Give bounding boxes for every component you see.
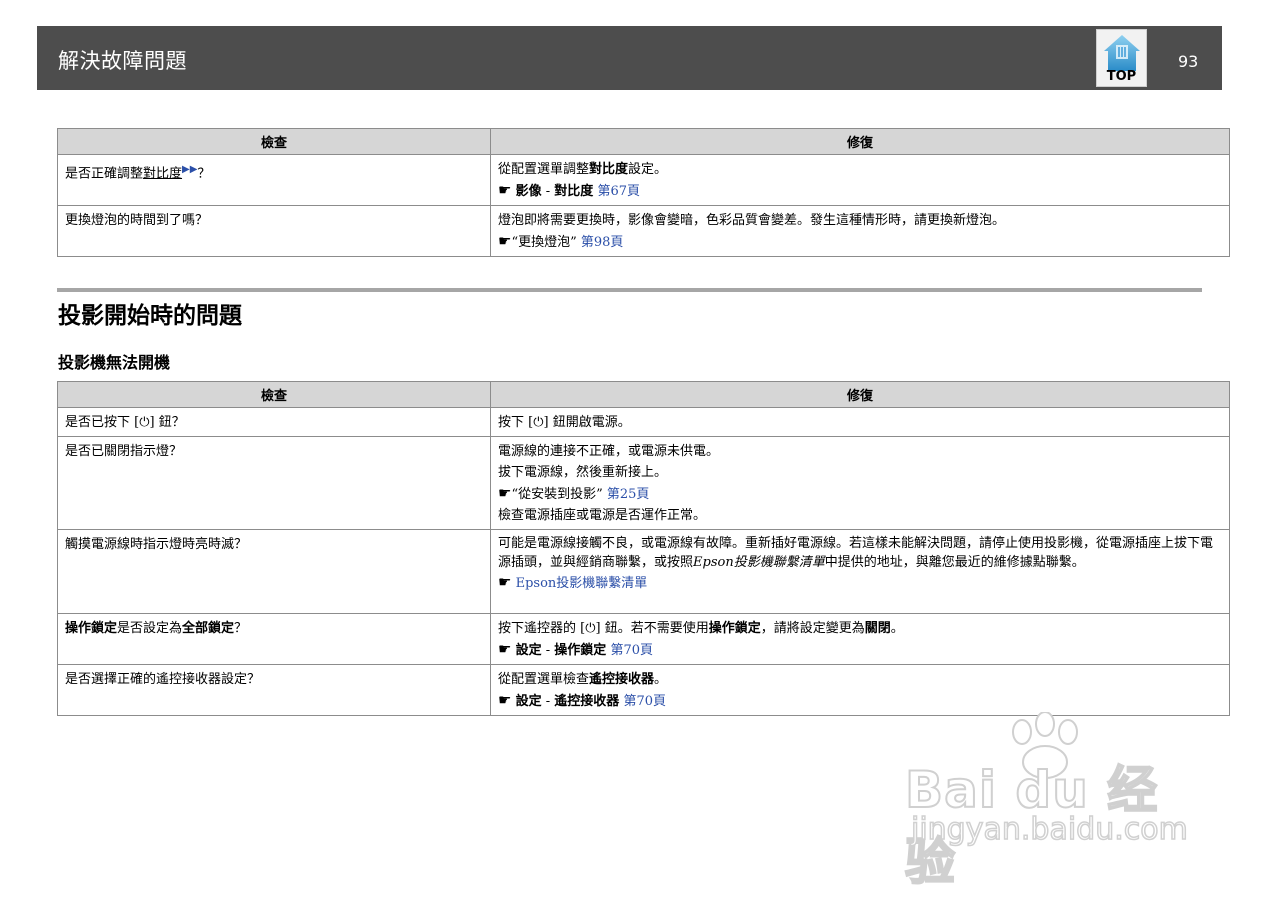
table-header-row: 檢查 修復 bbox=[57, 381, 1230, 408]
link-arrow-icon[interactable]: ▶▶ bbox=[182, 164, 197, 175]
check-cell: 更換燈泡的時間到了嗎？ bbox=[57, 205, 491, 257]
table-row: 是否選擇正確的遙控接收器設定？ 從配置選單檢查遙控接收器。 ☛ 設定 - 遙控接… bbox=[57, 664, 1230, 716]
fix-reference: ☛ 設定 - 遙控接收器 第70頁 bbox=[498, 691, 666, 709]
fix-reference: ☛“從安裝到投影” 第25頁 bbox=[498, 484, 650, 502]
column-header-fix: 修復 bbox=[490, 381, 1230, 408]
table-row: 是否已關閉指示燈？ 電源線的連接不正確，或電源未供電。 拔下電源線，然後重新接上… bbox=[57, 436, 1230, 530]
fix-line: 可能是電源線接觸不良，或電源線有故障。重新插好電源線。若這樣未能解決問題，請停止… bbox=[498, 536, 1214, 570]
subsection-title: 投影機無法開機 bbox=[58, 353, 171, 372]
fix-cell: 從配置選單檢查遙控接收器。 ☛ 設定 - 遙控接收器 第70頁 bbox=[490, 664, 1230, 716]
check-cell: 是否選擇正確的遙控接收器設定？ bbox=[57, 664, 491, 716]
contrast-link[interactable]: 對比度 bbox=[143, 166, 182, 181]
fix-cell: 可能是電源線接觸不良，或電源線有故障。重新插好電源線。若這樣未能解決問題，請停止… bbox=[490, 529, 1230, 614]
page-title: 解決故障問題 bbox=[58, 49, 187, 73]
hand-pointer-icon: ☛ bbox=[498, 573, 512, 591]
page-link[interactable]: 第25頁 bbox=[607, 487, 650, 502]
fix-line: 從配置選單檢查遙控接收器。 bbox=[498, 672, 668, 687]
page-header: 解決故障問題 TOP 93 bbox=[37, 26, 1222, 90]
page-link[interactable]: 第67頁 bbox=[597, 184, 640, 199]
column-header-check: 檢查 bbox=[57, 381, 491, 408]
table-row: 是否正確調整對比度▶▶？ 從配置選單調整對比度設定。 ☛ 影像 - 對比度 第6… bbox=[57, 154, 1230, 206]
contact-list-link[interactable]: Epson投影機聯繫清單 bbox=[516, 576, 648, 591]
page-link[interactable]: 第70頁 bbox=[610, 643, 653, 658]
top-button[interactable]: TOP bbox=[1096, 29, 1147, 87]
fix-line: 電源線的連接不正確，或電源未供電。 bbox=[498, 444, 720, 459]
fix-reference: ☛ Epson投影機聯繫清單 bbox=[498, 572, 1222, 594]
table-row: 觸摸電源線時指示燈時亮時滅？ 可能是電源線接觸不良，或電源線有故障。重新插好電源… bbox=[57, 529, 1230, 614]
section-divider bbox=[57, 288, 1202, 292]
hand-pointer-icon: ☛ bbox=[498, 181, 512, 199]
fix-cell: 按下遙控器的 [⏻] 鈕。若不需要使用操作鎖定，請將設定變更為關閉。 ☛ 設定 … bbox=[490, 613, 1230, 665]
fix-reference: ☛ 設定 - 操作鎖定 第70頁 bbox=[498, 640, 653, 658]
hand-pointer-icon: ☛ bbox=[498, 640, 512, 658]
check-text: ？ bbox=[197, 166, 211, 182]
fix-cell: 燈泡即將需要更換時，影像會變暗，色彩品質會變差。發生這種情形時，請更換新燈泡。 … bbox=[490, 205, 1230, 257]
baidu-watermark: Bai du 经验 jingyan.baidu.com bbox=[904, 712, 1205, 892]
page-link[interactable]: 第70頁 bbox=[623, 694, 666, 709]
table-row: 更換燈泡的時間到了嗎？ 燈泡即將需要更換時，影像會變暗，色彩品質會變差。發生這種… bbox=[57, 205, 1230, 257]
hand-pointer-icon: ☛ bbox=[498, 691, 512, 709]
fix-reference: ☛ 影像 - 對比度 第67頁 bbox=[498, 181, 640, 199]
fix-line: 拔下電源線，然後重新接上。 bbox=[498, 465, 668, 480]
check-cell: 是否已按下 [⏻] 鈕？ bbox=[57, 407, 491, 437]
fix-line: 燈泡即將需要更換時，影像會變暗，色彩品質會變差。發生這種情形時，請更換新燈泡。 bbox=[498, 213, 1006, 228]
column-header-fix: 修復 bbox=[490, 128, 1230, 155]
table-header-row: 檢查 修復 bbox=[57, 128, 1230, 155]
check-cell: 觸摸電源線時指示燈時亮時滅？ bbox=[57, 529, 491, 614]
page-number: 93 bbox=[1178, 52, 1199, 71]
watermark-url: jingyan.baidu.com bbox=[910, 811, 1188, 848]
house-icon bbox=[1104, 35, 1140, 71]
column-header-check: 檢查 bbox=[57, 128, 491, 155]
hand-pointer-icon: ☛ bbox=[498, 484, 512, 502]
hand-pointer-icon: ☛ bbox=[498, 232, 512, 250]
top-label[interactable]: TOP bbox=[1097, 69, 1146, 84]
fix-cell: 從配置選單調整對比度設定。 ☛ 影像 - 對比度 第67頁 bbox=[490, 154, 1230, 206]
table-row: 是否已按下 [⏻] 鈕？ 按下 [⏻] 鈕開啟電源。 bbox=[57, 407, 1230, 437]
fix-cell: 電源線的連接不正確，或電源未供電。 拔下電源線，然後重新接上。 ☛“從安裝到投影… bbox=[490, 436, 1230, 530]
check-cell: 是否已關閉指示燈？ bbox=[57, 436, 491, 530]
fix-reference: ☛“更換燈泡” 第98頁 bbox=[498, 232, 624, 250]
check-cell: 操作鎖定是否設定為全部鎖定？ bbox=[57, 613, 491, 665]
table-row: 操作鎖定是否設定為全部鎖定？ 按下遙控器的 [⏻] 鈕。若不需要使用操作鎖定，請… bbox=[57, 613, 1230, 665]
troubleshoot-table-2: 檢查 修復 是否已按下 [⏻] 鈕？ 按下 [⏻] 鈕開啟電源。 是否已關閉指示… bbox=[57, 381, 1230, 716]
page-link[interactable]: 第98頁 bbox=[581, 235, 624, 250]
fix-line: 按下遙控器的 [⏻] 鈕。若不需要使用操作鎖定，請將設定變更為關閉。 bbox=[498, 621, 904, 636]
fix-line: 從配置選單調整對比度設定。 bbox=[498, 162, 668, 177]
fix-cell: 按下 [⏻] 鈕開啟電源。 bbox=[490, 407, 1230, 437]
check-cell: 是否正確調整對比度▶▶？ bbox=[57, 154, 491, 206]
section-title: 投影開始時的問題 bbox=[58, 303, 242, 329]
fix-line: 檢查電源插座或電源是否運作正常。 bbox=[498, 508, 707, 523]
check-text: 是否正確調整 bbox=[65, 166, 144, 182]
troubleshoot-table-1: 檢查 修復 是否正確調整對比度▶▶？ 從配置選單調整對比度設定。 ☛ 影像 - … bbox=[57, 128, 1230, 257]
